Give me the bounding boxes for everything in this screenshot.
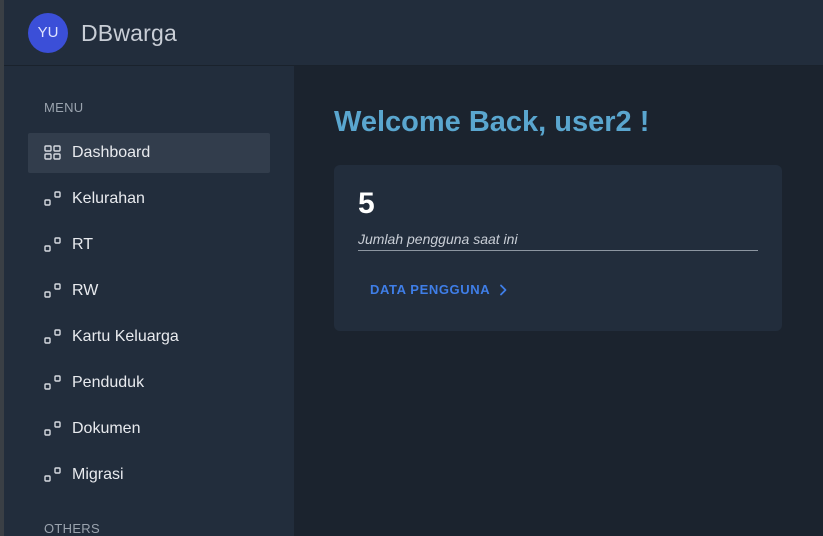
nodes-icon bbox=[44, 191, 61, 206]
grid-icon bbox=[44, 145, 61, 160]
sidebar-item-migrasi[interactable]: Migrasi bbox=[28, 455, 270, 495]
chevron-right-icon bbox=[500, 284, 507, 295]
data-pengguna-link[interactable]: DATA PENGGUNA bbox=[370, 282, 508, 297]
nodes-icon bbox=[44, 329, 61, 344]
page-title: Welcome Back, user2 ! bbox=[334, 106, 650, 138]
user-count-value: 5 bbox=[358, 187, 375, 220]
sidebar-item-penduduk[interactable]: Penduduk bbox=[28, 363, 270, 403]
sidebar-item-kartu-keluarga[interactable]: Kartu Keluarga bbox=[28, 317, 270, 357]
sidebar-item-kelurahan[interactable]: Kelurahan bbox=[28, 179, 270, 219]
sidebar: MENU Dashboard Kelurahan RT RW Kartu Kel… bbox=[4, 66, 294, 536]
sidebar-item-label: Kelurahan bbox=[72, 190, 145, 207]
sidebar-item-label: Kartu Keluarga bbox=[72, 328, 179, 345]
nodes-icon bbox=[44, 283, 61, 298]
nodes-icon bbox=[44, 421, 61, 436]
avatar[interactable]: YU bbox=[28, 13, 68, 53]
sidebar-section-others: OTHERS bbox=[44, 521, 100, 536]
sidebar-item-dashboard[interactable]: Dashboard bbox=[28, 133, 270, 173]
sidebar-item-label: Penduduk bbox=[72, 374, 145, 391]
sidebar-item-label: RW bbox=[72, 282, 99, 299]
sidebar-item-label: Migrasi bbox=[72, 466, 124, 483]
top-bar: YU DBwarga bbox=[4, 0, 823, 66]
user-count-card: 5 Jumlah pengguna saat ini DATA PENGGUNA bbox=[334, 165, 782, 331]
main-content: Welcome Back, user2 ! 5 Jumlah pengguna … bbox=[294, 66, 823, 536]
nodes-icon bbox=[44, 375, 61, 390]
sidebar-item-rw[interactable]: RW bbox=[28, 271, 270, 311]
sidebar-item-rt[interactable]: RT bbox=[28, 225, 270, 265]
sidebar-item-dokumen[interactable]: Dokumen bbox=[28, 409, 270, 449]
sidebar-item-label: RT bbox=[72, 236, 94, 253]
nodes-icon bbox=[44, 467, 61, 482]
user-count-label: Jumlah pengguna saat ini bbox=[358, 231, 758, 251]
nodes-icon bbox=[44, 237, 61, 252]
data-pengguna-link-label: DATA PENGGUNA bbox=[370, 282, 491, 297]
sidebar-item-label: Dashboard bbox=[72, 144, 151, 161]
sidebar-item-label: Dokumen bbox=[72, 420, 141, 437]
sidebar-section-menu: MENU bbox=[44, 100, 84, 115]
brand-title[interactable]: DBwarga bbox=[81, 20, 177, 47]
